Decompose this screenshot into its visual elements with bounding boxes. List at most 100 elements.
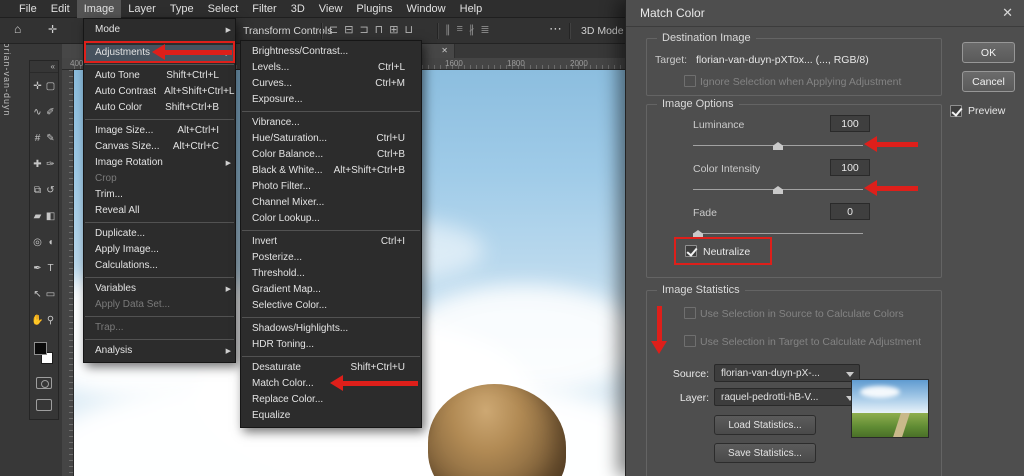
source-select[interactable]: florian-van-duyn-pX-... <box>714 364 860 382</box>
menu-item[interactable]: Color Balance... Ctrl+B <box>241 147 421 163</box>
menu-item[interactable]: Analysis ▶ <box>84 343 235 359</box>
luminance-slider[interactable] <box>693 145 863 146</box>
menu-item[interactable]: Shadows/Highlights... <box>241 321 421 337</box>
crop-tool[interactable]: # <box>31 125 44 151</box>
menu-item[interactable]: Exposure... <box>241 92 421 108</box>
layer-select[interactable]: raquel-pedrotti-hB-V... <box>714 388 860 406</box>
clone-stamp-tool[interactable]: ⧉ <box>31 177 44 203</box>
type-tool[interactable]: T <box>44 255 57 281</box>
menu-item[interactable]: Auto Color Shift+Ctrl+B <box>84 100 235 116</box>
menubar-item-edit[interactable]: Edit <box>44 0 77 18</box>
menu-item[interactable]: Selective Color... <box>241 298 421 314</box>
menubar-item-plugins[interactable]: Plugins <box>349 0 399 18</box>
menu-item[interactable]: Color Lookup... <box>241 211 421 227</box>
menubar-item-view[interactable]: View <box>312 0 350 18</box>
menu-item[interactable]: Auto Contrast Alt+Shift+Ctrl+L <box>84 84 235 100</box>
menu-item[interactable]: Equalize <box>241 408 421 424</box>
color-intensity-input[interactable]: 100 <box>830 159 870 176</box>
distribute-v-icon[interactable]: ∥ <box>445 23 451 36</box>
menubar-item-window[interactable]: Window <box>400 0 453 18</box>
menu-item[interactable]: Crop <box>84 171 235 187</box>
menu-item[interactable]: Levels... Ctrl+L <box>241 60 421 76</box>
menu-item[interactable]: Image Size... Alt+Ctrl+I <box>84 123 235 139</box>
cancel-button[interactable]: Cancel <box>962 71 1015 92</box>
use-source-selection-checkbox[interactable] <box>684 307 696 319</box>
menu-item-mode[interactable]: Mode ▶ <box>84 22 235 38</box>
blur-tool[interactable]: ◎ <box>31 229 44 255</box>
distribute-left-icon[interactable]: ∦ <box>469 23 475 36</box>
ignore-selection-checkbox[interactable] <box>684 75 696 87</box>
current-tool-icon[interactable]: ✛ <box>48 23 57 36</box>
pen-tool[interactable]: ✒ <box>31 255 44 281</box>
align-top-icon[interactable]: ⊓ <box>375 23 384 36</box>
menu-item[interactable]: Duplicate... <box>84 226 235 242</box>
path-selection-tool[interactable]: ↖ <box>31 281 44 307</box>
gradient-tool[interactable]: ◧ <box>44 203 57 229</box>
menu-item[interactable]: Variables ▶ <box>84 281 235 297</box>
3d-mode-label[interactable]: 3D Mode <box>581 25 624 37</box>
menu-item[interactable]: Reveal All <box>84 203 235 219</box>
distribute-top-icon[interactable]: ≣ <box>480 23 489 36</box>
menu-item[interactable]: HDR Toning... <box>241 337 421 353</box>
align-center-v-icon[interactable]: ⊞ <box>389 23 398 36</box>
menu-item[interactable]: Invert Ctrl+I <box>241 234 421 250</box>
align-bottom-icon[interactable]: ⊔ <box>404 23 413 36</box>
shape-tool[interactable]: ▭ <box>44 281 57 307</box>
menu-item[interactable]: Calculations... <box>84 258 235 274</box>
menu-item[interactable]: Vibrance... <box>241 115 421 131</box>
healing-brush-tool[interactable]: ✚ <box>31 151 44 177</box>
history-brush-tool[interactable]: ↺ <box>44 177 57 203</box>
menu-item[interactable]: Desaturate Shift+Ctrl+U <box>241 360 421 376</box>
menu-item[interactable]: Trim... <box>84 187 235 203</box>
menubar-item-select[interactable]: Select <box>201 0 246 18</box>
eyedropper-tool[interactable]: ✎ <box>44 125 57 151</box>
menubar-item-filter[interactable]: Filter <box>245 0 283 18</box>
menu-item[interactable]: Brightness/Contrast... <box>241 44 421 60</box>
menubar-item-type[interactable]: Type <box>163 0 201 18</box>
color-intensity-slider-thumb[interactable] <box>773 186 783 194</box>
menu-item[interactable]: Black & White... Alt+Shift+Ctrl+B <box>241 163 421 179</box>
align-right-icon[interactable]: ⊐ <box>359 23 368 36</box>
menu-item[interactable]: Threshold... <box>241 266 421 282</box>
menu-item[interactable]: Hue/Saturation... Ctrl+U <box>241 131 421 147</box>
menu-item[interactable]: Replace Color... <box>241 392 421 408</box>
quick-selection-tool[interactable]: ✐ <box>44 99 57 125</box>
menu-item[interactable]: Curves... Ctrl+M <box>241 76 421 92</box>
move-tool[interactable]: ✛ <box>31 73 44 99</box>
menubar-item-image[interactable]: Image <box>77 0 122 18</box>
menu-item[interactable]: Photo Filter... <box>241 179 421 195</box>
menu-item[interactable]: Apply Image... <box>84 242 235 258</box>
dialog-title-bar[interactable]: Match Color ✕ <box>626 0 1024 27</box>
menubar-item-3d[interactable]: 3D <box>284 0 312 18</box>
eraser-tool[interactable]: ▰ <box>31 203 44 229</box>
color-intensity-slider[interactable] <box>693 189 863 190</box>
menu-item[interactable]: Posterize... <box>241 250 421 266</box>
menubar-item-layer[interactable]: Layer <box>121 0 163 18</box>
align-center-h-icon[interactable]: ⊟ <box>344 23 353 36</box>
zoom-tool[interactable]: ⚲ <box>44 307 57 333</box>
transform-controls-label[interactable]: Transform Controls <box>243 25 332 37</box>
brush-tool[interactable]: ✑ <box>44 151 57 177</box>
menubar-item-help[interactable]: Help <box>453 0 490 18</box>
menu-item[interactable]: Image Rotation ▶ <box>84 155 235 171</box>
distribute-h-icon[interactable]: ≡ <box>457 23 463 36</box>
menu-item[interactable]: Apply Data Set... <box>84 297 235 313</box>
menu-item[interactable]: Canvas Size... Alt+Ctrl+C <box>84 139 235 155</box>
fade-input[interactable]: 0 <box>830 203 870 220</box>
load-statistics-button[interactable]: Load Statistics... <box>714 415 816 435</box>
menubar-item-file[interactable]: File <box>12 0 44 18</box>
more-options-icon[interactable]: ⋯ <box>549 21 562 37</box>
save-statistics-button[interactable]: Save Statistics... <box>714 443 816 463</box>
preview-checkbox[interactable] <box>950 105 962 117</box>
fade-slider[interactable] <box>693 233 863 234</box>
home-icon[interactable]: ⌂ <box>14 22 21 36</box>
luminance-input[interactable]: 100 <box>830 115 870 132</box>
ok-button[interactable]: OK <box>962 42 1015 63</box>
screen-mode-icon[interactable] <box>36 399 52 411</box>
luminance-slider-thumb[interactable] <box>773 142 783 150</box>
use-target-selection-checkbox[interactable] <box>684 335 696 347</box>
close-icon[interactable]: ✕ <box>1002 5 1013 21</box>
foreground-color-swatch[interactable] <box>34 342 47 355</box>
tab-close-icon[interactable]: ✕ <box>441 46 448 55</box>
collapse-panel-icon[interactable]: « <box>30 61 58 73</box>
